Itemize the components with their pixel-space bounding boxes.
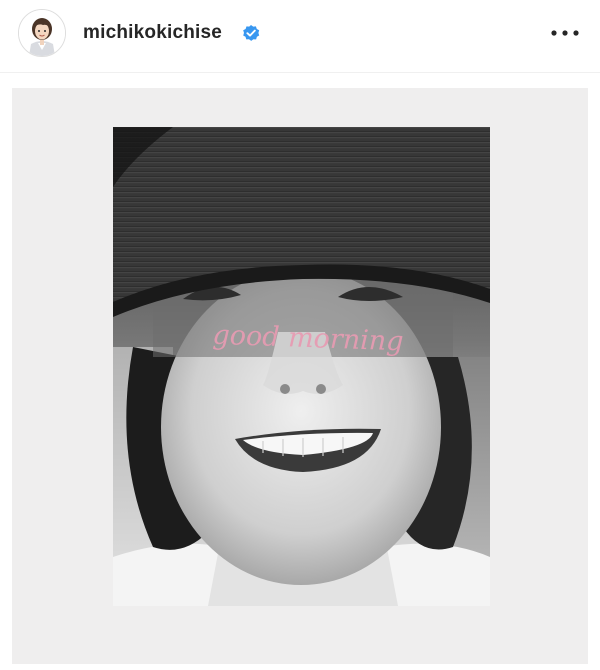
post-header: michikokichise <box>0 0 600 66</box>
verified-badge-icon <box>243 25 260 41</box>
username-link[interactable]: michikokichise <box>83 22 222 44</box>
more-options-icon[interactable] <box>550 30 580 36</box>
header-divider <box>0 72 600 73</box>
profile-avatar[interactable] <box>18 9 66 57</box>
post-image-container[interactable]: good morning <box>12 88 588 664</box>
selfie-photo-icon <box>113 127 490 606</box>
post-photo: good morning <box>113 127 490 606</box>
avatar-illustration-icon <box>19 10 65 56</box>
